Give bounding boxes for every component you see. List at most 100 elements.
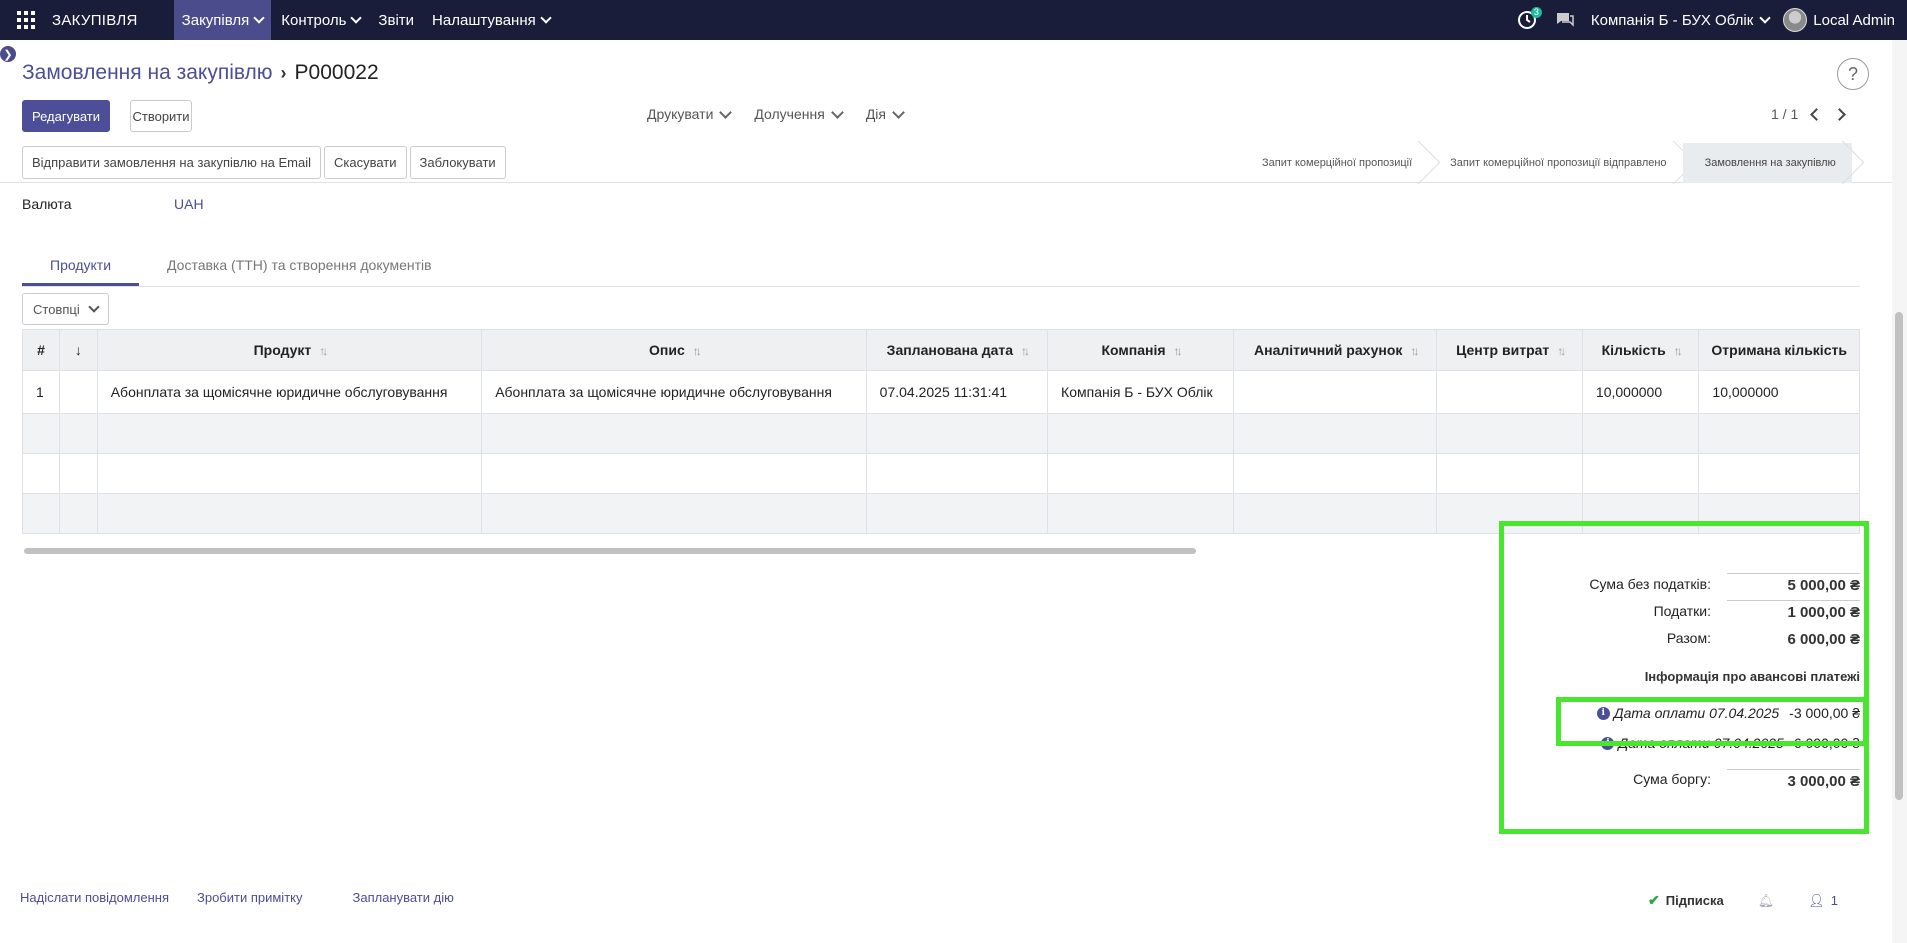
col-header-cost-center-label: Центр витрат <box>1456 342 1550 358</box>
columns-label: Стовпці <box>33 301 80 317</box>
cell-number: 1 <box>22 370 61 414</box>
columns-button[interactable]: Стовпці <box>22 293 109 325</box>
cell-description[interactable]: Абонплата за щомісячне юридичне обслугов… <box>481 370 867 414</box>
total-label: Разом: <box>1666 629 1711 646</box>
cancel-button[interactable]: Скасувати <box>324 146 407 179</box>
apps-menu-icon[interactable] <box>0 0 52 40</box>
sort-icon: ↑↓ <box>319 344 328 358</box>
table-header-row: # ↓ Продукт ↑↓ Опис ↑↓ Запланована дата ↑↓ … <box>22 329 1860 371</box>
bell-icon[interactable]: 🔔︎ <box>1758 893 1775 909</box>
advance-payments-title: Інформація про авансові платежі <box>1644 669 1860 684</box>
action-dropdown[interactable]: Дія <box>865 105 905 122</box>
menu-purchase[interactable]: Закупівля <box>173 0 272 40</box>
followers-button[interactable]: 👤︎ 1 <box>1808 893 1838 909</box>
col-header-product[interactable]: Продукт ↑↓ <box>96 329 483 371</box>
stage-rfq[interactable]: Запит комерційної пропозиції <box>1240 143 1428 183</box>
sort-icon: ↑↓ <box>1673 344 1683 358</box>
total-row: Разом: 6 000,00 ₴ <box>1500 624 1860 651</box>
currency-value[interactable]: UAH <box>174 196 204 212</box>
cell-cost-center[interactable] <box>1436 370 1583 414</box>
col-header-company-label: Компанія <box>1101 342 1166 358</box>
help-button[interactable]: ? <box>1837 58 1869 90</box>
previous-record-icon[interactable] <box>1810 107 1824 121</box>
col-header-sequence[interactable]: ↓ <box>59 329 98 371</box>
cell-company[interactable]: Компанія Б - БУХ Облік <box>1047 370 1234 414</box>
chevron-down-icon <box>88 301 100 313</box>
edit-button[interactable]: Редагувати <box>22 100 110 132</box>
col-header-planned-date[interactable]: Запланована дата ↑↓ <box>865 329 1049 371</box>
schedule-activity-link[interactable]: Запланувати дію <box>352 890 453 905</box>
total-value: 6 000,00 ₴ <box>1787 630 1860 648</box>
cell-received-qty[interactable]: 10,000000 <box>1698 370 1860 414</box>
cell-quantity[interactable]: 10,000000 <box>1581 370 1700 414</box>
send-message-link[interactable]: Надіслати повідомлення <box>20 890 169 905</box>
form-statusbar: Відправити замовлення на закупівлю на Em… <box>0 143 1907 183</box>
scrollbar-thumb[interactable] <box>1895 312 1903 800</box>
col-header-received-label: Отримана кількість <box>1711 342 1847 358</box>
print-dropdown[interactable]: Друкувати <box>647 105 733 122</box>
col-header-quantity[interactable]: Кількість ↑↓ <box>1581 329 1700 371</box>
menu-settings[interactable]: Налаштування <box>424 0 558 40</box>
untaxed-label: Сума без податків: <box>1589 575 1711 592</box>
debt-label: Сума боргу: <box>1633 771 1711 787</box>
app-brand: ЗАКУПІВЛЯ <box>52 11 138 29</box>
col-header-product-label: Продукт <box>253 342 312 358</box>
user-menu[interactable]: Local Admin <box>1783 8 1895 32</box>
sidebar-toggle-icon[interactable]: ❯ <box>0 46 16 62</box>
top-navbar: ЗАКУПІВЛЯ Закупівля Контроль Звіти Налаш… <box>0 0 1907 40</box>
attachments-dropdown[interactable]: Долучення <box>754 105 844 122</box>
col-header-number: # <box>22 329 61 371</box>
cell-product[interactable]: Абонплата за щомісячне юридичне обслугов… <box>96 370 483 414</box>
status-stages: Запит комерційної пропозиції Запит комер… <box>1240 143 1852 183</box>
tab-delivery[interactable]: Доставка (ТТН) та створення документів <box>139 245 460 286</box>
next-record-icon[interactable] <box>1833 107 1847 121</box>
subscribe-button[interactable]: ✔ Підписка <box>1648 892 1724 909</box>
stage-purchase-order[interactable]: Замовлення на закупівлю <box>1682 143 1852 183</box>
col-header-company[interactable]: Компанія ↑↓ <box>1047 329 1234 371</box>
page-title: P000022 <box>294 61 379 84</box>
currency-field: Валюта UAH <box>22 196 204 212</box>
company-switcher[interactable]: Компанія Б - БУХ Облік <box>1591 12 1771 29</box>
tax-value: 1 000,00 ₴ <box>1727 600 1860 621</box>
menu-control[interactable]: Контроль <box>273 0 368 40</box>
pager-value[interactable]: 1 / 1 <box>1771 106 1798 122</box>
attachments-label: Долучення <box>754 106 825 122</box>
send-po-email-button[interactable]: Відправити замовлення на закупівлю на Em… <box>22 146 321 179</box>
scrollbar-thumb[interactable] <box>24 548 1196 554</box>
cell-planned-date[interactable]: 07.04.2025 11:31:41 <box>865 370 1049 414</box>
chatter-followers: ✔ Підписка 🔔︎ 👤︎ 1 <box>1648 892 1838 909</box>
menu-control-label: Контроль <box>281 11 347 29</box>
action-label: Дія <box>865 106 886 122</box>
followers-count: 1 <box>1830 893 1839 908</box>
col-header-description[interactable]: Опис ↑↓ <box>481 329 867 371</box>
debt-row: Сума боргу: 3 000,00 ₴ <box>1500 762 1860 796</box>
chevron-down-icon <box>540 12 552 24</box>
table-row[interactable]: 1 Абонплата за щомісячне юридичне обслуг… <box>22 370 1860 414</box>
col-header-description-label: Опис <box>649 342 685 358</box>
chat-messages-icon[interactable] <box>1553 8 1577 32</box>
menu-reports-label: Звіти <box>378 11 415 29</box>
create-button[interactable]: Створити <box>130 100 192 132</box>
currency-label: Валюта <box>22 196 72 212</box>
tab-products[interactable]: Продукти <box>22 245 140 286</box>
menu-reports[interactable]: Звіти <box>370 0 422 40</box>
user-avatar <box>1783 8 1808 32</box>
col-header-quantity-label: Кількість <box>1601 342 1666 358</box>
lock-button[interactable]: Заблокувати <box>409 146 506 179</box>
empty-row <box>22 413 1860 454</box>
debt-value: 3 000,00 ₴ <box>1727 768 1860 790</box>
col-header-analytic-account[interactable]: Аналітичний рахунок ↑↓ <box>1232 329 1438 371</box>
order-lines-table: # ↓ Продукт ↑↓ Опис ↑↓ Запланована дата ↑↓ … <box>22 329 1860 535</box>
chevron-down-icon <box>719 105 733 119</box>
breadcrumb-parent-link[interactable]: Замовлення на закупівлю <box>22 61 273 85</box>
log-note-link[interactable]: Зробити примітку <box>197 890 303 905</box>
chevron-down-icon <box>253 12 265 24</box>
check-icon: ✔ <box>1648 892 1660 908</box>
totals-summary: Сума без податків: 5 000,00 ₴ Податки: 1… <box>1500 570 1860 796</box>
activity-clock-icon[interactable]: 3 <box>1515 7 1542 32</box>
cell-analytic[interactable] <box>1232 370 1438 414</box>
stage-rfq-sent[interactable]: Запит комерційної пропозиції відправлено <box>1428 143 1682 183</box>
col-header-cost-center[interactable]: Центр витрат ↑↓ <box>1436 329 1583 371</box>
col-header-received-qty[interactable]: Отримана кількість <box>1698 329 1860 371</box>
page-vertical-scrollbar[interactable] <box>1892 40 1907 943</box>
